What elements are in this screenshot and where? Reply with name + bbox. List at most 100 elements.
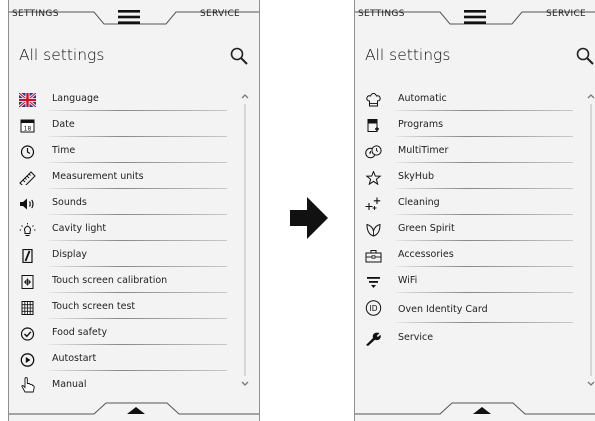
page-title: All settings [365, 46, 451, 64]
item-label: Service [398, 332, 434, 343]
multitimer-icon [365, 145, 382, 159]
list-item-sounds[interactable]: Sounds [19, 192, 227, 218]
list-item-display[interactable]: Display [19, 244, 227, 270]
list-item-touch-screen-calibration[interactable]: Touch screen calibration [19, 270, 227, 296]
item-label: Time [52, 145, 76, 156]
right-arrow-icon [290, 197, 328, 239]
list-item-date[interactable]: 18 Date [19, 114, 227, 140]
uk-flag-icon [19, 93, 36, 107]
service-tab[interactable]: SERVICE [546, 9, 586, 19]
item-label: Measurement units [52, 171, 144, 182]
svg-text:18: 18 [24, 126, 32, 133]
divider [395, 322, 573, 323]
item-label: Sounds [52, 197, 87, 208]
sparkle-icon [365, 197, 381, 210]
list-item-touch-screen-test[interactable]: Touch screen test [19, 296, 227, 322]
item-label: Date [52, 119, 75, 130]
bottom-pull-tab[interactable] [355, 398, 595, 421]
list-item-cavity-light[interactable]: Cavity light [19, 218, 227, 244]
list-item-time[interactable]: Time [19, 140, 227, 166]
divider [395, 214, 573, 215]
top-bar: SETTINGS SERVICE [9, 0, 259, 30]
hand-pointer-icon [21, 377, 35, 393]
hamburger-menu-icon[interactable] [464, 10, 486, 24]
hamburger-menu-icon[interactable] [118, 10, 140, 24]
clock-icon [20, 145, 35, 159]
svg-text:ID: ID [370, 304, 378, 313]
divider [395, 110, 573, 111]
item-label: Display [52, 249, 88, 260]
item-label: Language [52, 93, 99, 104]
programs-icon [367, 119, 379, 132]
wifi-icon [367, 277, 380, 288]
settings-tab[interactable]: SETTINGS [12, 9, 59, 19]
list-item-language[interactable]: Language [19, 88, 227, 114]
star-icon [365, 171, 382, 185]
wrench-icon [366, 332, 381, 346]
divider [49, 240, 227, 241]
calibration-icon [21, 275, 34, 289]
list-item-green-spirit[interactable]: Green Spirit [365, 218, 573, 244]
list-item-service[interactable]: Service [365, 327, 573, 353]
list-item-multitimer[interactable]: MultiTimer [365, 140, 573, 166]
divider [395, 292, 573, 293]
item-label: Oven Identity Card [398, 304, 488, 315]
list-item-programs[interactable]: Programs [365, 114, 573, 140]
play-circle-icon [20, 353, 35, 367]
divider [49, 266, 227, 267]
item-label: Touch screen test [52, 301, 136, 312]
divider [49, 292, 227, 293]
service-tab[interactable]: SERVICE [200, 9, 240, 19]
list-item-automatic[interactable]: Automatic [365, 88, 573, 114]
settings-tab[interactable]: SETTINGS [358, 9, 405, 19]
item-label: Cavity light [52, 223, 107, 234]
list-item-food-safety[interactable]: Food safety [19, 322, 227, 348]
divider [395, 240, 573, 241]
speaker-icon [20, 198, 34, 210]
item-label: Automatic [398, 93, 447, 104]
item-label: Touch screen calibration [52, 275, 168, 286]
list-item-skyhub[interactable]: SkyHub [365, 166, 573, 192]
item-label: MultiTimer [398, 145, 449, 156]
list-item-cleaning[interactable]: Cleaning [365, 192, 573, 218]
divider [395, 162, 573, 163]
scrollbar[interactable] [585, 90, 595, 390]
list-item-oven-identity-card[interactable]: ID Oven Identity Card [365, 296, 573, 323]
calendar-icon: 18 [20, 119, 35, 133]
item-label: Food safety [52, 327, 108, 338]
divider [49, 110, 227, 111]
settings-panel-left: SETTINGS SERVICE All settings Language 1… [8, 0, 260, 421]
item-label: Accessories [398, 249, 454, 260]
grid-icon [21, 301, 34, 315]
ruler-icon [19, 171, 36, 185]
item-label: WiFi [398, 275, 418, 286]
divider [395, 136, 573, 137]
list-item-accessories[interactable]: Accessories [365, 244, 573, 270]
scrollbar[interactable] [239, 90, 251, 390]
divider [49, 344, 227, 345]
list-item-manual[interactable]: Manual [19, 374, 227, 400]
id-icon: ID [365, 300, 382, 316]
list-item-measurement-units[interactable]: Measurement units [19, 166, 227, 192]
divider [395, 188, 573, 189]
page-title: All settings [19, 46, 105, 64]
divider [49, 370, 227, 371]
divider [49, 162, 227, 163]
bottom-pull-tab[interactable] [9, 398, 259, 421]
divider [49, 318, 227, 319]
top-bar: SETTINGS SERVICE [355, 0, 595, 30]
display-icon [22, 249, 33, 263]
search-icon[interactable] [576, 47, 594, 65]
item-label: Manual [52, 379, 87, 390]
divider [49, 214, 227, 215]
item-label: Programs [398, 119, 444, 130]
list-item-autostart[interactable]: Autostart [19, 348, 227, 374]
leaf-icon [366, 223, 381, 237]
item-label: SkyHub [398, 171, 435, 182]
check-circle-icon [20, 327, 35, 341]
item-label: Cleaning [398, 197, 440, 208]
divider [395, 266, 573, 267]
list-item-wifi[interactable]: WiFi [365, 270, 573, 296]
divider [49, 188, 227, 189]
search-icon[interactable] [230, 47, 248, 65]
